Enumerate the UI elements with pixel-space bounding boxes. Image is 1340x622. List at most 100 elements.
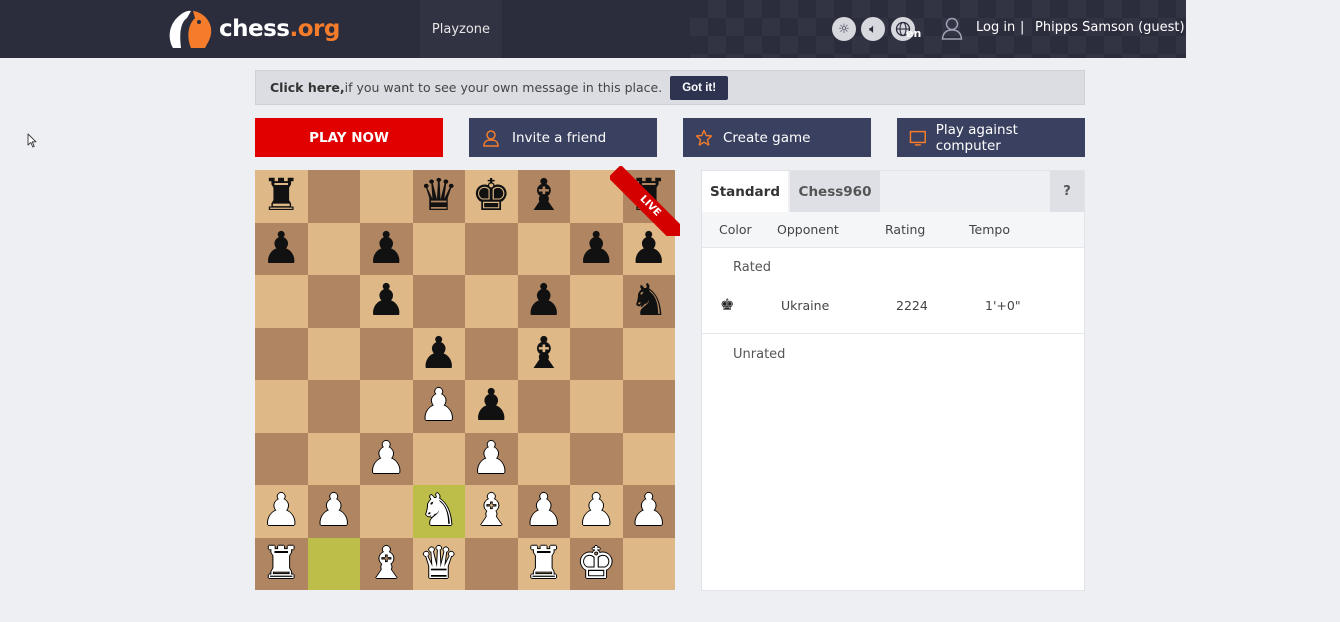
square-h2[interactable]: ♟ xyxy=(622,485,675,538)
sun-icon[interactable]: ☼ xyxy=(832,17,856,41)
white-pawn-icon[interactable]: ♟ xyxy=(577,489,616,533)
play-computer-button[interactable]: Play against computer xyxy=(897,118,1085,157)
square-a8[interactable]: ♜ xyxy=(255,170,308,223)
square-a3[interactable] xyxy=(255,432,308,485)
square-c8[interactable] xyxy=(360,170,413,223)
square-d6[interactable] xyxy=(412,275,465,328)
square-g4[interactable] xyxy=(570,380,623,433)
square-d5[interactable]: ♟ xyxy=(412,327,465,380)
square-a1[interactable]: ♜ xyxy=(255,537,308,590)
square-d4[interactable]: ♟ xyxy=(412,380,465,433)
square-e8[interactable]: ♚ xyxy=(465,170,518,223)
square-c3[interactable]: ♟ xyxy=(360,432,413,485)
square-b5[interactable] xyxy=(307,327,360,380)
square-a7[interactable]: ♟ xyxy=(255,222,308,275)
square-f4[interactable] xyxy=(517,380,570,433)
tab-standard[interactable]: Standard xyxy=(702,171,788,212)
column-opponent[interactable]: Opponent xyxy=(777,222,839,237)
square-e4[interactable]: ♟ xyxy=(465,380,518,433)
column-tempo[interactable]: Tempo xyxy=(969,222,1010,237)
square-c2[interactable] xyxy=(360,485,413,538)
black-pawn-icon[interactable]: ♟ xyxy=(367,279,406,323)
square-h4[interactable] xyxy=(622,380,675,433)
square-g8[interactable] xyxy=(570,170,623,223)
square-b7[interactable] xyxy=(307,222,360,275)
square-h7[interactable]: ♟ xyxy=(622,222,675,275)
white-rook-icon[interactable]: ♜ xyxy=(262,541,301,586)
black-pawn-icon[interactable]: ♟ xyxy=(262,226,301,271)
square-b6[interactable] xyxy=(307,275,360,328)
black-bishop-icon[interactable]: ♝ xyxy=(524,174,563,218)
chess-board[interactable]: ♜ ♛ ♚ ♝ ♜ ♟ ♟ ♟ ♟ ♟ ♟ ♞ ♟ ♝ ♟ ♟ ♟ ♟ ♟ ♟ ♞ ♝ ♟ ♟ ♟ ♜ ♝ ♛ ♜ ♚ xyxy=(255,170,675,590)
square-g1[interactable]: ♚ xyxy=(570,537,623,590)
square-e3[interactable]: ♟ xyxy=(465,432,518,485)
square-a6[interactable] xyxy=(255,275,308,328)
black-pawn-icon[interactable]: ♟ xyxy=(629,226,668,271)
square-f8[interactable]: ♝ xyxy=(517,170,570,223)
username-link[interactable]: Phipps Samson (guest) xyxy=(1035,20,1185,35)
square-a4[interactable] xyxy=(255,380,308,433)
square-d1[interactable]: ♛ xyxy=(412,537,465,590)
black-queen-icon[interactable]: ♛ xyxy=(419,174,458,218)
square-f6[interactable]: ♟ xyxy=(517,275,570,328)
square-e2[interactable]: ♝ xyxy=(465,485,518,538)
help-button[interactable]: ? xyxy=(1050,171,1084,212)
square-e5[interactable] xyxy=(465,327,518,380)
white-pawn-icon[interactable]: ♟ xyxy=(419,384,458,428)
square-c1[interactable]: ♝ xyxy=(360,537,413,590)
square-b1[interactable] xyxy=(307,537,360,590)
white-pawn-icon[interactable]: ♟ xyxy=(262,489,301,533)
square-g5[interactable] xyxy=(570,327,623,380)
square-h5[interactable] xyxy=(622,327,675,380)
black-pawn-icon[interactable]: ♟ xyxy=(577,226,616,271)
language-code[interactable]: en xyxy=(906,27,921,40)
square-f5[interactable]: ♝ xyxy=(517,327,570,380)
site-logo[interactable]: chess.org xyxy=(165,8,340,50)
white-queen-icon[interactable]: ♛ xyxy=(419,541,458,586)
black-knight-icon[interactable]: ♞ xyxy=(629,279,668,323)
white-king-icon[interactable]: ♚ xyxy=(577,541,616,586)
square-h8[interactable]: ♜ xyxy=(622,170,675,223)
volume-icon[interactable]: 🔈︎ xyxy=(861,17,885,41)
square-d7[interactable] xyxy=(412,222,465,275)
black-pawn-icon[interactable]: ♟ xyxy=(419,331,458,376)
square-a5[interactable] xyxy=(255,327,308,380)
square-a2[interactable]: ♟ xyxy=(255,485,308,538)
square-f1[interactable]: ♜ xyxy=(517,537,570,590)
square-c7[interactable]: ♟ xyxy=(360,222,413,275)
square-f2[interactable]: ♟ xyxy=(517,485,570,538)
square-c4[interactable] xyxy=(360,380,413,433)
white-pawn-icon[interactable]: ♟ xyxy=(629,489,668,533)
black-bishop-icon[interactable]: ♝ xyxy=(524,331,563,376)
square-e7[interactable] xyxy=(465,222,518,275)
invite-friend-button[interactable]: Invite a friend xyxy=(469,118,657,157)
black-rook-icon[interactable]: ♜ xyxy=(262,174,301,218)
black-pawn-icon[interactable]: ♟ xyxy=(524,279,563,323)
white-knight-icon[interactable]: ♞ xyxy=(419,489,458,533)
login-link[interactable]: Log in xyxy=(976,20,1015,35)
table-row[interactable]: ♚ Ukraine 2224 1'+0" xyxy=(702,289,1084,323)
white-pawn-icon[interactable]: ♟ xyxy=(314,489,353,533)
column-rating[interactable]: Rating xyxy=(885,222,925,237)
square-f3[interactable] xyxy=(517,432,570,485)
black-pawn-icon[interactable]: ♟ xyxy=(367,226,406,271)
got-it-button[interactable]: Got it! xyxy=(670,75,729,100)
black-rook-icon[interactable]: ♜ xyxy=(629,174,668,218)
white-bishop-icon[interactable]: ♝ xyxy=(472,489,511,533)
black-king-icon[interactable]: ♚ xyxy=(472,174,511,218)
square-g7[interactable]: ♟ xyxy=(570,222,623,275)
white-pawn-icon[interactable]: ♟ xyxy=(367,436,406,481)
square-h6[interactable]: ♞ xyxy=(622,275,675,328)
column-color[interactable]: Color xyxy=(719,222,752,237)
square-b3[interactable] xyxy=(307,432,360,485)
square-b8[interactable] xyxy=(307,170,360,223)
white-pawn-icon[interactable]: ♟ xyxy=(472,436,511,481)
square-b2[interactable]: ♟ xyxy=(307,485,360,538)
square-h3[interactable] xyxy=(622,432,675,485)
nav-playzone[interactable]: Playzone xyxy=(420,0,502,58)
user-icon[interactable] xyxy=(941,16,963,40)
square-c6[interactable]: ♟ xyxy=(360,275,413,328)
white-bishop-icon[interactable]: ♝ xyxy=(367,541,406,586)
square-g2[interactable]: ♟ xyxy=(570,485,623,538)
square-d2[interactable]: ♞ xyxy=(412,485,465,538)
